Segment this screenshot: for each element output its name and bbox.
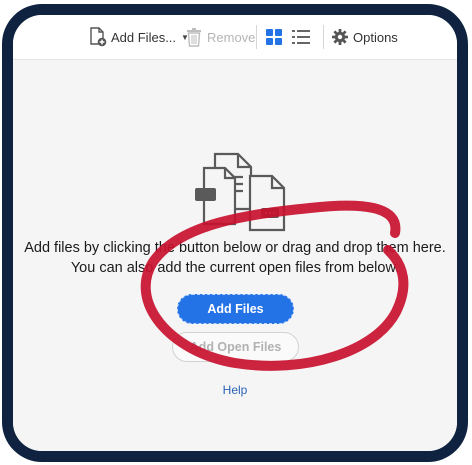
remove-label: Remove xyxy=(207,29,256,45)
toolbar-divider xyxy=(256,25,257,49)
list-view-button[interactable] xyxy=(292,26,310,48)
add-files-label: Add Files... xyxy=(111,29,177,45)
grid-view-button[interactable] xyxy=(266,26,282,48)
instruction-line-1: Add files by clicking the button below o… xyxy=(24,240,446,256)
drop-instructions: Add files by clicking the button below o… xyxy=(13,238,457,278)
add-files-dropdown[interactable]: Add Files... ▼ xyxy=(89,26,189,48)
add-files-icon xyxy=(89,27,107,47)
drop-zone[interactable]: Add files by clicking the button below o… xyxy=(13,60,457,451)
gear-icon xyxy=(332,29,348,45)
trash-icon xyxy=(186,27,202,47)
options-button[interactable]: Options xyxy=(332,26,398,48)
window-frame: Add Files... ▼ Remove Options Add files … xyxy=(2,4,468,462)
instruction-line-2: You can also add the current open files … xyxy=(70,260,400,276)
options-label: Options xyxy=(353,29,398,45)
toolbar: Add Files... ▼ Remove Options xyxy=(13,15,457,60)
help-link[interactable]: Help xyxy=(13,383,457,397)
remove-button[interactable]: Remove xyxy=(186,26,255,48)
combine-files-panel: Add Files... ▼ Remove Options Add files … xyxy=(13,15,457,451)
list-view-icon xyxy=(292,29,310,45)
grid-view-icon xyxy=(266,29,282,45)
add-open-files-button[interactable]: Add Open Files xyxy=(172,332,299,362)
add-files-button[interactable]: Add Files xyxy=(177,294,294,324)
documents-illustration-icon xyxy=(180,144,290,239)
toolbar-divider xyxy=(323,25,324,49)
